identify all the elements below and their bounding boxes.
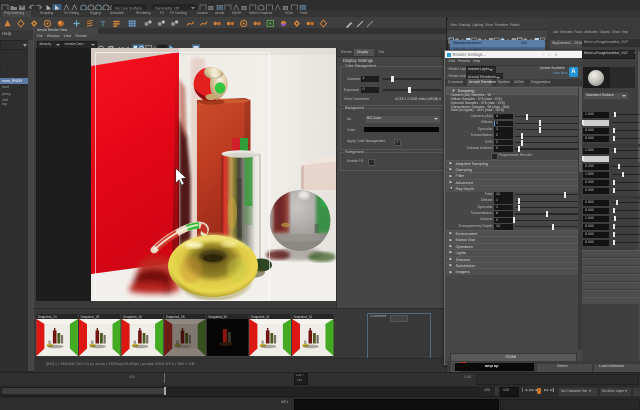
svg-text:Snapshot_24: Snapshot_24: [38, 315, 57, 319]
svg-text:Snapshot_30: Snapshot_30: [208, 315, 227, 319]
svg-text:Snapshot_31: Snapshot_31: [251, 315, 270, 319]
svg-text:Snapshot_28: Snapshot_28: [166, 315, 185, 319]
svg-text:Snapshot_25: Snapshot_25: [81, 315, 100, 319]
svg-text:Snapshot_26: Snapshot_26: [123, 315, 142, 319]
svg-text:Snapshot_32: Snapshot_32: [294, 315, 313, 319]
